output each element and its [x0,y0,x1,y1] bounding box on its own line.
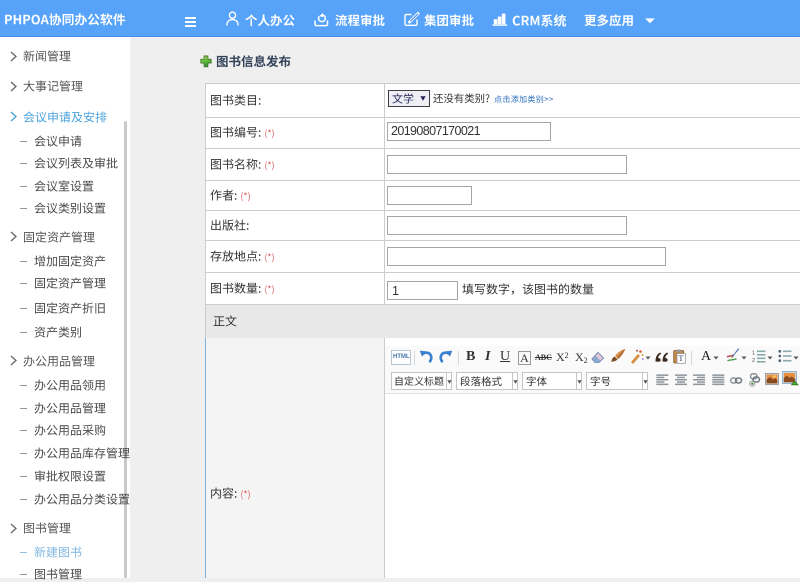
svg-text:1: 1 [752,351,755,357]
svg-text:T: T [679,354,684,363]
svg-text:2: 2 [752,358,755,363]
